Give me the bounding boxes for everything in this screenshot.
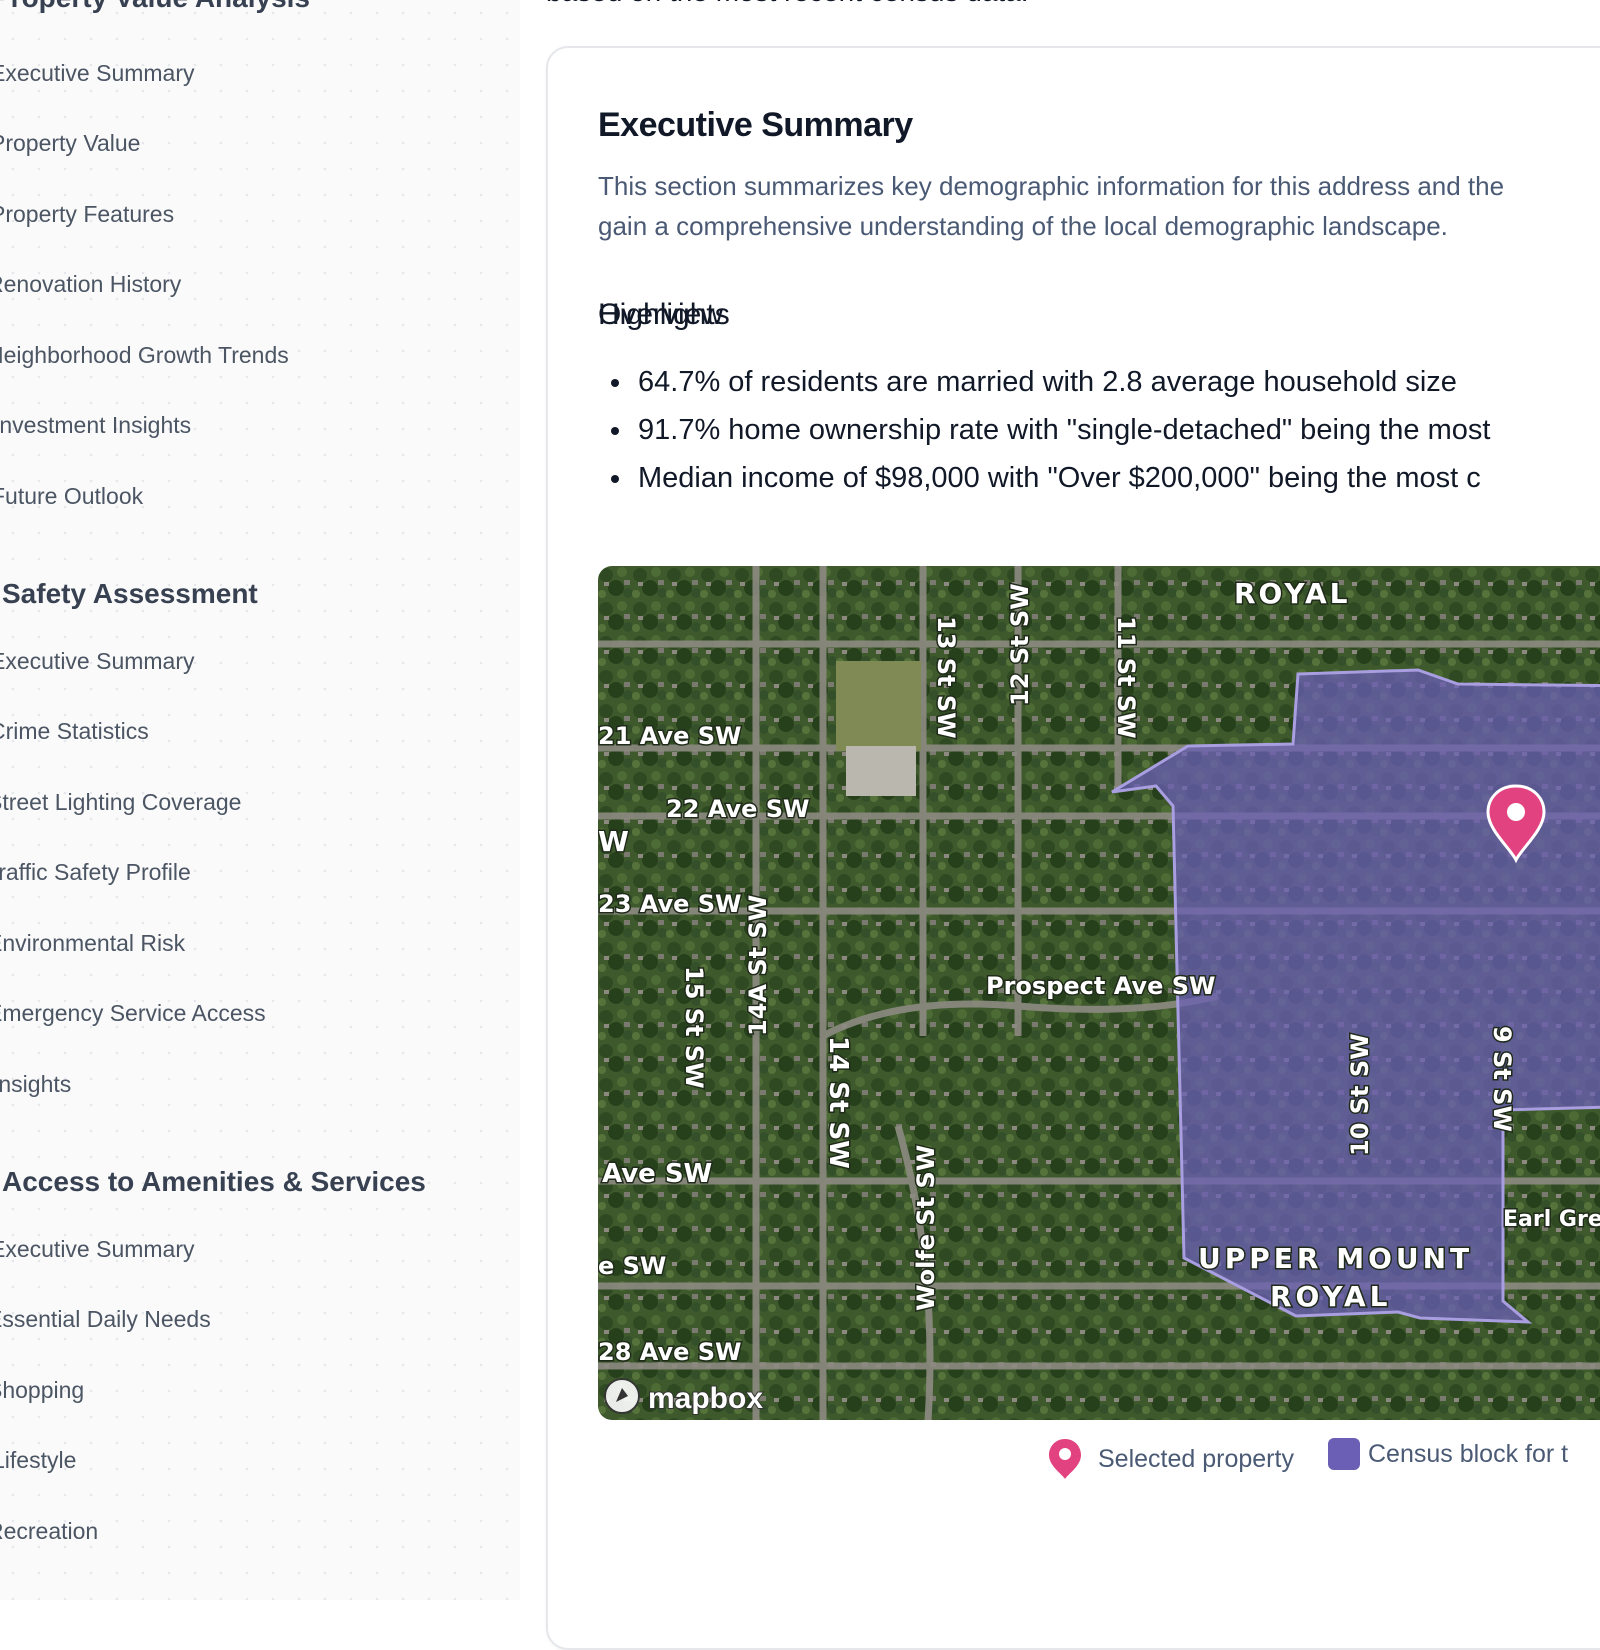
sidebar-section-title[interactable]: Property Value Analysis (0, 0, 310, 14)
sidebar-item-neighborhood-growth[interactable]: Neighborhood Growth Trends (0, 342, 289, 369)
street-label: e SW (598, 1252, 666, 1280)
sidebar-item-street-lighting[interactable]: Street Lighting Coverage (0, 789, 241, 816)
sidebar-item-executive-summary[interactable]: Executive Summary (0, 60, 195, 87)
sidebar-item-executive-summary[interactable]: Executive Summary (0, 648, 195, 675)
street-label: Ave SW (602, 1159, 712, 1189)
description-line-1: This section summarizes key demographic … (598, 171, 1505, 201)
place-label: Earl Gre (1503, 1207, 1600, 1232)
legend-selected-property: Selected property (1048, 1438, 1294, 1480)
pin-icon (1049, 1439, 1081, 1479)
mapbox-attribution: mapbox (648, 1382, 763, 1415)
sidebar-item-investment-insights[interactable]: Investment Insights (0, 412, 191, 439)
sidebar-item-executive-summary[interactable]: Executive Summary (0, 1236, 195, 1263)
sidebar-item-emergency-service[interactable]: Emergency Service Access (0, 1000, 266, 1027)
executive-summary-card: Executive Summary This section summarize… (546, 46, 1600, 1650)
street-label: 12 St SW (1006, 583, 1034, 706)
street-label: Prospect Ave SW (986, 972, 1215, 1000)
sidebar-item-traffic-safety[interactable]: Traffic Safety Profile (0, 859, 191, 886)
sidebar-item-shopping[interactable]: Shopping (0, 1377, 84, 1404)
census-swatch-icon (1328, 1438, 1360, 1470)
highlight-item: 64.7% of residents are married with 2.8 … (598, 358, 1490, 406)
description-line-2: gain a comprehensive understanding of th… (598, 211, 1448, 241)
sidebar-item-essential-daily-needs[interactable]: Essential Daily Needs (0, 1306, 211, 1333)
street-label: 13 St SW (932, 616, 960, 739)
legend-census-block: Census block for t (1328, 1438, 1568, 1470)
highlight-item: Median income of $98,000 with "Over $200… (598, 454, 1490, 502)
sidebar-section-title-safety[interactable]: Safety Assessment (2, 578, 258, 610)
card-title: Executive Summary (598, 106, 913, 144)
legend-label: Census block for t (1368, 1439, 1569, 1468)
street-label: 22 Ave SW (666, 795, 810, 823)
street-label: 15 St SW (680, 966, 708, 1089)
sidebar-item-property-value[interactable]: Property Value (0, 130, 140, 157)
intro-text: based on the most recent census data. (546, 0, 1029, 8)
sidebar-item-environmental-risk[interactable]: Environmental Risk (0, 930, 185, 957)
street-label: 9 St SW (1488, 1026, 1516, 1132)
sidebar-item-renovation-history[interactable]: Renovation History (0, 271, 181, 298)
highlights-list: 64.7% of residents are married with 2.8 … (598, 358, 1490, 502)
street-label: 21 Ave SW (598, 722, 742, 750)
street-label: 23 Ave SW (598, 890, 742, 918)
satellite-map[interactable]: 13 St SW 12 St SW 11 St SW 21 Ave SW 22 … (598, 566, 1600, 1420)
neighborhood-label: ROYAL (1234, 577, 1350, 610)
sidebar-item-lifestyle[interactable]: Lifestyle (0, 1447, 76, 1474)
street-label: 14 St SW (823, 1036, 853, 1169)
street-label: 10 St SW (1346, 1033, 1374, 1156)
legend-label: Selected property (1098, 1444, 1294, 1473)
street-label: 28 Ave SW (598, 1338, 742, 1366)
street-label: Wolfe St SW (912, 1145, 940, 1311)
map-canvas[interactable]: 13 St SW 12 St SW 11 St SW 21 Ave SW 22 … (598, 566, 1600, 1420)
sidebar-item-future-outlook[interactable]: Future Outlook (0, 483, 143, 510)
street-label: W (598, 825, 629, 858)
overview-title: Overview (598, 298, 724, 331)
sidebar-item-insights[interactable]: Insights (0, 1071, 71, 1098)
card-description: This section summarizes key demographic … (598, 166, 1504, 246)
street-label: 11 St SW (1112, 616, 1140, 739)
highlight-item: 91.7% home ownership rate with "single-d… (598, 406, 1490, 454)
neighborhood-label: ROYAL (1270, 1280, 1391, 1313)
sidebar-item-crime-statistics[interactable]: Crime Statistics (0, 718, 149, 745)
street-label: 14A St SW (744, 895, 772, 1036)
sidebar-section-title-amenities[interactable]: Access to Amenities & Services (2, 1166, 426, 1198)
sidebar-item-property-features[interactable]: Property Features (0, 201, 174, 228)
sidebar-nav: Property Value Analysis Executive Summar… (0, 0, 520, 1600)
neighborhood-label: UPPER MOUNT (1198, 1242, 1473, 1275)
sidebar-item-recreation[interactable]: Recreation (0, 1518, 98, 1545)
mapbox-logo[interactable]: mapbox (604, 1378, 764, 1416)
